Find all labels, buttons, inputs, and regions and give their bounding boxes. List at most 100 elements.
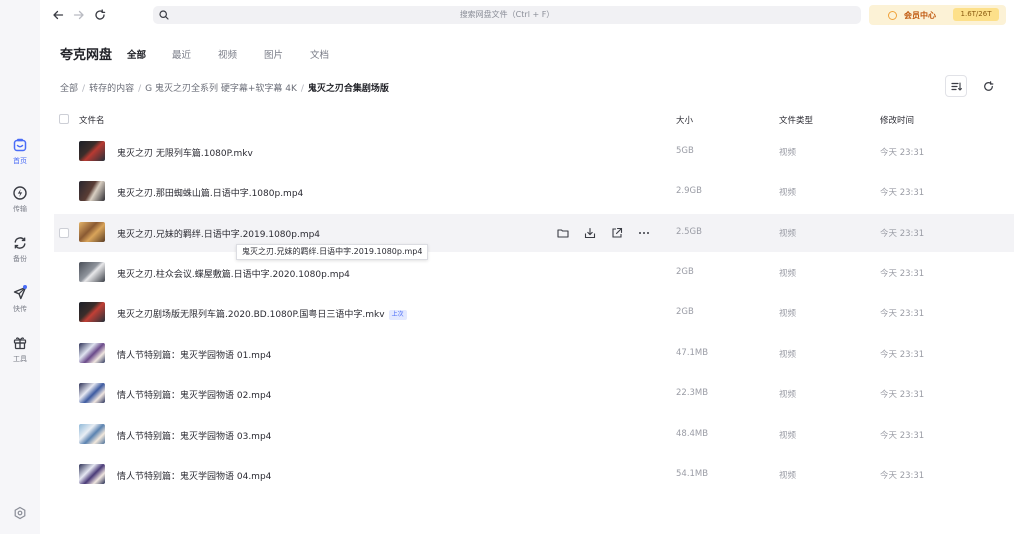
sidebar-item-label: 工具 — [13, 355, 27, 363]
file-size: 47.1MB — [676, 348, 709, 358]
file-name-text: 鬼灭之刃剧场版无限列车篇.2020.BD.1080P.国粤日三语中字.mkv — [117, 310, 385, 320]
tab-documents[interactable]: 文档 — [310, 47, 329, 61]
file-size: 2GB — [676, 307, 694, 317]
sidebar-item-tools[interactable]: 工具 — [0, 336, 40, 376]
table-row[interactable]: 鬼灭之刃 无限列车篇.1080P.mkv 5GB 视频 今天 23:31 — [54, 133, 1014, 171]
file-type: 视频 — [779, 229, 797, 239]
backup-icon — [14, 237, 26, 249]
column-header-name[interactable]: 文件名 — [79, 114, 105, 126]
file-name: 情人节特别篇：鬼灭学园物语 01.mp4 — [117, 351, 272, 361]
refresh-page-button[interactable] — [93, 8, 107, 22]
tab-all[interactable]: 全部 — [127, 47, 146, 61]
download-icon — [584, 227, 596, 239]
table-row[interactable]: 情人节特别篇：鬼灭学园物语 03.mp4 48.4MB 视频 今天 23:31 — [54, 416, 1014, 454]
sidebar-item-quick-send[interactable]: 快传 — [0, 285, 40, 326]
video-thumbnail — [79, 424, 105, 444]
file-name: 鬼灭之刃.柱众会议.蝶屋敷篇.日语中字.2020.1080p.mp4 — [117, 270, 350, 280]
breadcrumb-item[interactable]: 全部 — [60, 84, 78, 94]
file-size: 48.4MB — [676, 429, 709, 439]
video-thumbnail — [79, 343, 105, 363]
more-icon — [639, 232, 649, 234]
sidebar-item-transfer[interactable]: 传输 — [0, 186, 40, 226]
search-input[interactable]: 搜索网盘文件（Ctrl + F） — [153, 6, 861, 24]
share-icon — [612, 227, 623, 238]
file-modified: 今天 23:31 — [880, 471, 925, 481]
file-modified: 今天 23:31 — [880, 188, 925, 198]
table-row[interactable]: 鬼灭之刃剧场版无限列车篇.2020.BD.1080P.国粤日三语中字.mkv 上次… — [54, 294, 1014, 332]
refresh-list-button[interactable] — [977, 75, 999, 97]
app-title: 夸克网盘 — [60, 48, 113, 63]
search-placeholder: 搜索网盘文件（Ctrl + F） — [459, 10, 555, 19]
file-modified: 今天 23:31 — [880, 148, 925, 158]
file-size: 2GB — [676, 267, 694, 277]
file-name: 鬼灭之刃.兄妹的羁绊.日语中字.2019.1080p.mp4 — [117, 230, 321, 240]
sidebar-item-label: 快传 — [13, 305, 27, 313]
column-header-size[interactable]: 大小 — [676, 114, 693, 126]
video-thumbnail — [79, 222, 105, 242]
table-row[interactable]: 情人节特别篇：鬼灭学园物语 02.mp4 22.3MB 视频 今天 23:31 — [54, 375, 1014, 413]
column-header-type[interactable]: 文件类型 — [779, 114, 813, 126]
sidebar-item-label: 备份 — [13, 255, 27, 263]
arrow-left-icon — [53, 10, 64, 20]
file-modified: 今天 23:31 — [880, 309, 925, 319]
tab-recent[interactable]: 最近 — [172, 47, 191, 61]
select-all-checkbox[interactable] — [59, 114, 69, 124]
file-type: 视频 — [779, 431, 797, 441]
file-name: 情人节特别篇：鬼灭学园物语 03.mp4 — [117, 432, 272, 442]
home-icon — [13, 138, 27, 152]
tab-video[interactable]: 视频 — [218, 47, 237, 61]
file-type: 视频 — [779, 309, 797, 319]
video-thumbnail — [79, 262, 105, 282]
download-button[interactable] — [583, 226, 597, 240]
breadcrumb-item[interactable]: 转存的内容 — [89, 84, 134, 94]
sort-icon — [950, 81, 962, 91]
column-header-modified[interactable]: 修改时间 — [880, 114, 914, 126]
file-modified: 今天 23:31 — [880, 350, 925, 360]
settings-icon — [14, 506, 26, 520]
sidebar-item-home[interactable]: 首页 — [0, 138, 40, 178]
more-button[interactable] — [637, 226, 651, 240]
forward-button[interactable] — [72, 8, 86, 22]
file-modified: 今天 23:31 — [880, 229, 925, 239]
table-row[interactable]: 鬼灭之刃.兄妹的羁绊.日语中字.2019.1080p.mp4 2.5GB 视频 … — [54, 214, 1014, 252]
file-size: 54.1MB — [676, 469, 709, 479]
last-played-badge: 上次 — [388, 310, 407, 320]
sidebar-item-label: 首页 — [13, 157, 27, 165]
back-button[interactable] — [51, 8, 65, 22]
share-button[interactable] — [610, 226, 624, 240]
breadcrumb-item[interactable]: G 鬼灭之刃全系列 硬字幕+软字幕 4K — [145, 84, 297, 94]
file-name: 鬼灭之刃.那田蜘蛛山篇.日语中字.1080p.mp4 — [117, 189, 304, 199]
file-size: 5GB — [676, 146, 694, 156]
row-checkbox[interactable] — [59, 228, 69, 238]
vip-center-button[interactable]: 会员中心 1.6T/26T — [869, 5, 1006, 25]
settings-button[interactable] — [0, 506, 40, 534]
file-type: 视频 — [779, 188, 797, 198]
breadcrumb-separator: / — [300, 84, 304, 94]
table-row[interactable]: 鬼灭之刃.柱众会议.蝶屋敷篇.日语中字.2020.1080p.mp4 2GB 视… — [54, 254, 1014, 292]
sort-button[interactable] — [945, 75, 967, 97]
sidebar-item-backup[interactable]: 备份 — [0, 236, 40, 276]
file-type: 视频 — [779, 148, 797, 158]
refresh-icon — [95, 9, 106, 20]
tab-images[interactable]: 图片 — [264, 47, 283, 61]
open-folder-button[interactable] — [556, 226, 570, 240]
file-size: 2.9GB — [676, 186, 702, 196]
tools-icon — [13, 337, 27, 350]
file-type: 视频 — [779, 471, 797, 481]
file-name: 情人节特别篇：鬼灭学园物语 04.mp4 — [117, 472, 272, 482]
file-modified: 今天 23:31 — [880, 390, 925, 400]
breadcrumb-separator: / — [138, 84, 142, 94]
vip-icon — [888, 11, 897, 20]
table-row[interactable]: 鬼灭之刃.那田蜘蛛山篇.日语中字.1080p.mp4 2.9GB 视频 今天 2… — [54, 173, 1014, 211]
file-name: 情人节特别篇：鬼灭学园物语 02.mp4 — [117, 391, 272, 401]
video-thumbnail — [79, 302, 105, 322]
video-thumbnail — [79, 464, 105, 484]
table-row[interactable]: 情人节特别篇：鬼灭学园物语 01.mp4 47.1MB 视频 今天 23:31 — [54, 335, 1014, 373]
sidebar: 首页 传输 备份 快传 工具 — [0, 0, 40, 534]
video-thumbnail — [79, 181, 105, 201]
arrow-right-icon — [73, 10, 84, 20]
breadcrumb-separator: / — [82, 84, 86, 94]
storage-capacity: 1.6T/26T — [953, 8, 999, 21]
table-row[interactable]: 情人节特别篇：鬼灭学园物语 04.mp4 54.1MB 视频 今天 23:31 — [54, 456, 1014, 494]
vip-label: 会员中心 — [904, 11, 936, 20]
